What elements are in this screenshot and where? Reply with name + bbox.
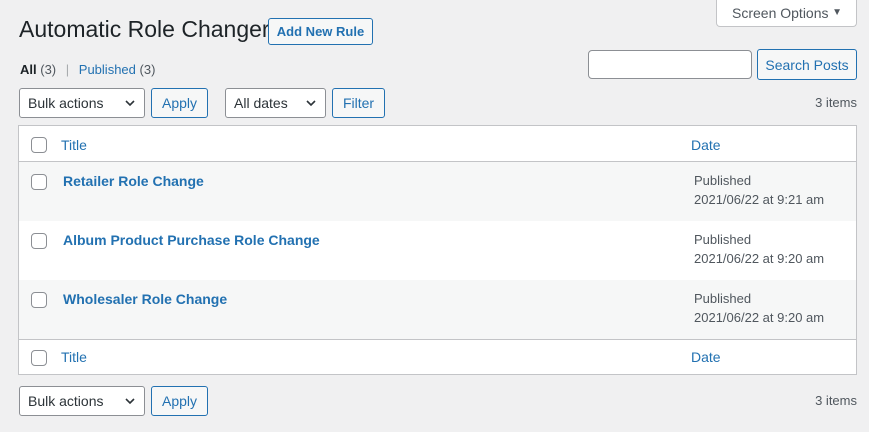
views-separator: | [65, 62, 70, 77]
row-checkbox[interactable] [31, 233, 47, 249]
row-date: 2021/06/22 at 9:20 am [694, 251, 825, 266]
row-title-link[interactable]: Album Product Purchase Role Change [63, 232, 320, 248]
screen-options-button[interactable]: Screen Options ▼ [716, 0, 857, 27]
apply-button-top[interactable]: Apply [151, 88, 208, 118]
row-date-cell: Published 2021/06/22 at 9:21 am [694, 171, 824, 209]
table-row: Retailer Role Change Published 2021/06/2… [19, 162, 856, 221]
row-status: Published [694, 291, 752, 306]
view-all-link[interactable]: All (3) [20, 62, 60, 77]
row-status: Published [694, 173, 752, 188]
view-published-label: Published [78, 62, 136, 77]
bulk-actions-select-top[interactable]: Bulk actions [19, 88, 145, 118]
view-all-label: All [20, 62, 37, 77]
table-row: Wholesaler Role Change Published 2021/06… [19, 280, 856, 339]
row-date: 2021/06/22 at 9:21 am [694, 192, 825, 207]
table-footer: Title Date [19, 339, 856, 374]
date-filter-value: All dates [234, 95, 288, 111]
items-count-top: 3 items [815, 95, 857, 110]
bulk-actions-value: Bulk actions [28, 393, 104, 409]
add-new-rule-button[interactable]: Add New Rule [268, 18, 373, 45]
table-header: Title Date [19, 126, 856, 162]
select-all-checkbox[interactable] [31, 137, 47, 153]
apply-button-bottom[interactable]: Apply [151, 386, 208, 416]
row-checkbox[interactable] [31, 292, 47, 308]
bulk-actions-select-bottom[interactable]: Bulk actions [19, 386, 145, 416]
chevron-down-icon [125, 398, 135, 405]
row-checkbox[interactable] [31, 174, 47, 190]
row-date: 2021/06/22 at 9:20 am [694, 310, 825, 325]
view-all-count: (3) [40, 62, 57, 77]
row-date-cell: Published 2021/06/22 at 9:20 am [694, 289, 824, 327]
view-published-link[interactable]: Published (3) [79, 62, 156, 77]
page-title: Automatic Role Changer [19, 16, 270, 42]
chevron-down-icon [125, 100, 135, 107]
row-title-link[interactable]: Wholesaler Role Change [63, 291, 227, 307]
row-title-link[interactable]: Retailer Role Change [63, 173, 204, 189]
column-date-header[interactable]: Date [691, 137, 721, 153]
column-date-footer[interactable]: Date [691, 349, 721, 365]
row-status: Published [694, 232, 752, 247]
table-row: Album Product Purchase Role Change Publi… [19, 221, 856, 280]
search-input[interactable] [588, 50, 752, 79]
select-all-checkbox-footer[interactable] [31, 350, 47, 366]
bulk-actions-value: Bulk actions [28, 95, 104, 111]
posts-table: Title Date Retailer Role Change Publishe… [18, 125, 857, 375]
view-published-count: (3) [139, 62, 156, 77]
column-title-header[interactable]: Title [61, 137, 87, 153]
caret-down-icon: ▼ [832, 7, 842, 18]
row-date-cell: Published 2021/06/22 at 9:20 am [694, 230, 824, 268]
column-title-footer[interactable]: Title [61, 349, 87, 365]
search-posts-button[interactable]: Search Posts [757, 49, 857, 80]
filter-button[interactable]: Filter [332, 88, 385, 118]
date-filter-select[interactable]: All dates [225, 88, 326, 118]
chevron-down-icon [306, 100, 316, 107]
screen-options-label: Screen Options [732, 5, 829, 21]
items-count-bottom: 3 items [815, 393, 857, 408]
subsubsub-views: All (3) | Published (3) [20, 62, 155, 77]
